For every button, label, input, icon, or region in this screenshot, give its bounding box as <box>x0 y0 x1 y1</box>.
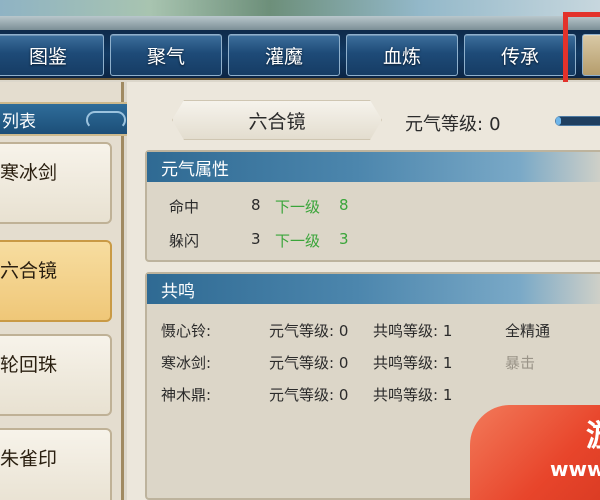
attr-next-value: 8 <box>339 196 349 214</box>
section-header: 共鸣 <box>147 274 600 304</box>
attr-row-dodge: 躲闪 <box>169 230 199 251</box>
list-header-label: 列表 <box>2 111 36 132</box>
item-list-panel: 列表 寒冰剑 六合镜 轮回珠 朱雀印 <box>0 82 134 500</box>
watermark-text: www <box>550 457 600 481</box>
qi-level-label: 元气等级: <box>405 114 484 135</box>
list-item-ice-sword[interactable]: 寒冰剑 <box>0 142 112 224</box>
watermark-glyph: 游 <box>586 411 600 455</box>
list-item-label: 朱雀印 <box>0 448 58 470</box>
list-item-label: 寒冰剑 <box>0 162 58 184</box>
tab-infuse-magic[interactable]: 灌魔 <box>228 34 340 76</box>
attr-value: 8 <box>251 196 261 214</box>
resonance-qi-level: 元气等级: 0 <box>269 354 349 372</box>
resonance-qi-level: 元气等级: 0 <box>269 322 349 340</box>
attr-name: 躲闪 <box>169 232 200 250</box>
list-item-six-harmony-mirror[interactable]: 六合镜 <box>0 240 112 322</box>
qi-progress-bar <box>555 116 600 126</box>
roof-strip <box>0 16 600 30</box>
tab-bar: 图鉴 聚气 灌魔 血炼 传承 <box>0 30 600 80</box>
resonance-item-name: 神木鼎: <box>161 386 212 404</box>
background-scenery <box>0 0 600 30</box>
resonance-bonus: 全精通 <box>505 322 551 340</box>
resonance-bonus: 暴击 <box>505 354 536 372</box>
list-header: 列表 <box>0 102 134 136</box>
attr-next-value: 3 <box>339 230 349 248</box>
qi-attributes-section: 元气属性 命中 8 下一级 8 躲闪 3 下一级 3 <box>145 150 600 262</box>
resonance-item-name: 慑心铃: <box>161 322 212 340</box>
tab-gather-qi[interactable]: 聚气 <box>110 34 222 76</box>
tab-handbook[interactable]: 图鉴 <box>0 34 104 76</box>
resonance-item-name: 寒冰剑: <box>161 354 212 372</box>
attr-next-label: 下一级 <box>275 198 321 216</box>
attr-name: 命中 <box>169 198 200 216</box>
site-watermark: 游 www <box>470 405 600 500</box>
resonance-level: 共鸣等级: 1 <box>373 354 453 372</box>
list-item-vermilion-seal[interactable]: 朱雀印 <box>0 428 112 500</box>
qi-progress-fill <box>556 117 561 125</box>
swirl-ornament-icon <box>86 111 126 129</box>
section-header: 元气属性 <box>147 152 600 182</box>
attr-next-label: 下一级 <box>275 232 321 250</box>
qi-level-value: 0 <box>489 114 501 135</box>
tab-inheritance[interactable]: 传承 <box>464 34 576 76</box>
list-item-label: 六合镜 <box>0 260 58 282</box>
resonance-qi-level: 元气等级: 0 <box>269 386 349 404</box>
resonance-level: 共鸣等级: 1 <box>373 386 453 404</box>
item-name-plate: 六合镜 <box>172 100 382 140</box>
tab-blood-refine[interactable]: 血炼 <box>346 34 458 76</box>
section-title: 元气属性 <box>161 159 229 180</box>
item-name: 六合镜 <box>248 110 306 133</box>
qi-level: 元气等级: 0 <box>405 110 501 136</box>
list-item-samsara-pearl[interactable]: 轮回珠 <box>0 334 112 416</box>
attr-value: 3 <box>251 230 261 248</box>
resonance-level: 共鸣等级: 1 <box>373 322 453 340</box>
attr-row-hit: 命中 <box>169 196 199 217</box>
section-title: 共鸣 <box>161 281 195 302</box>
list-item-label: 轮回珠 <box>0 354 58 376</box>
